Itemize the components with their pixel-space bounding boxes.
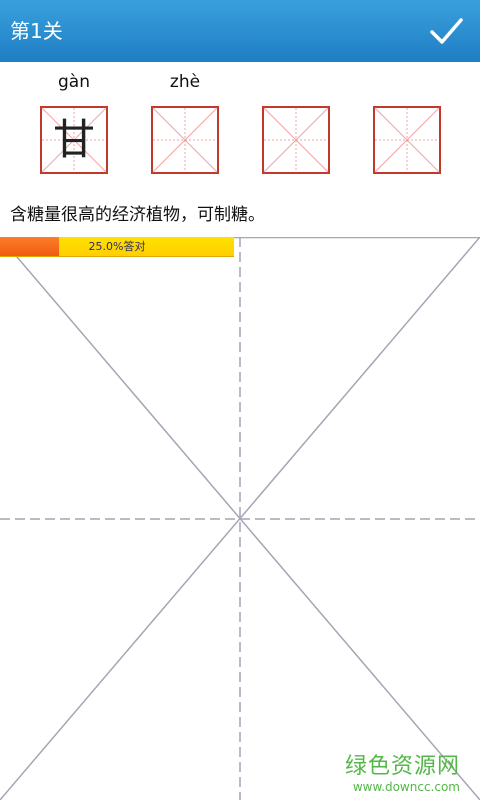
watermark-text: 绿色资源网 bbox=[344, 754, 460, 779]
canvas-guides bbox=[0, 236, 480, 801]
pinyin-label-1: gàn bbox=[58, 72, 90, 92]
checkmark-icon bbox=[430, 18, 463, 44]
writing-canvas[interactable] bbox=[0, 236, 480, 801]
character-text-3 bbox=[262, 106, 330, 174]
watermark: 绿色资源网 www.downcc.com bbox=[345, 748, 460, 794]
watermark-url: www.downcc.com bbox=[352, 780, 460, 794]
character-text-1: 甘 bbox=[52, 115, 95, 164]
character-box-3[interactable] bbox=[262, 106, 330, 174]
level-title: 第1关 bbox=[10, 19, 63, 43]
character-text-4 bbox=[373, 106, 441, 174]
character-box-1[interactable]: 甘 bbox=[40, 106, 108, 174]
accuracy-progress-bar: 25.0%答对 bbox=[0, 237, 234, 257]
title-bar: 第1关 bbox=[0, 0, 480, 62]
character-text-2 bbox=[151, 106, 219, 174]
pinyin-label-2: zhè bbox=[169, 72, 201, 92]
hint-text: 含糖量很高的经济植物，可制糖。 bbox=[10, 205, 265, 225]
character-box-4[interactable] bbox=[373, 106, 441, 174]
progress-label: 25.0%答对 bbox=[88, 240, 146, 253]
character-box-2[interactable] bbox=[151, 106, 219, 174]
confirm-button[interactable] bbox=[426, 12, 466, 50]
